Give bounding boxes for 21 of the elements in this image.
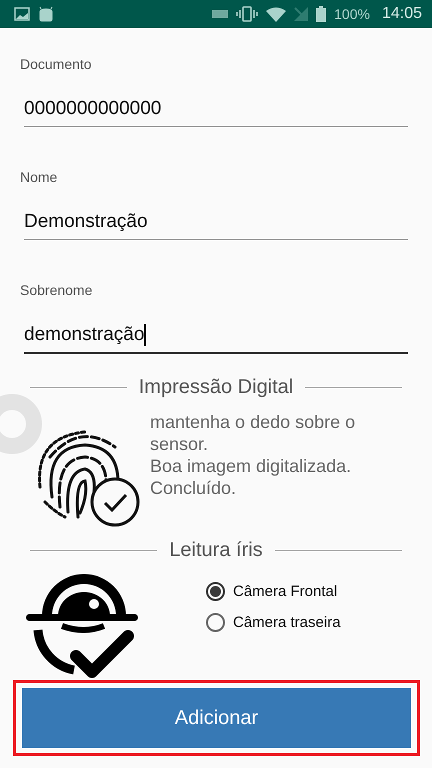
- status-message: Concluído.: [150, 477, 238, 499]
- radio-label: Câmera traseira: [233, 614, 341, 631]
- add-button[interactable]: Adicionar: [22, 688, 411, 748]
- field-label: Nome: [20, 169, 58, 187]
- field-value: 0000000000000: [24, 98, 162, 120]
- section-title: Impressão Digital: [138, 376, 294, 399]
- field-label: Sobrenome: [20, 282, 94, 300]
- field-label: Documento: [20, 56, 93, 74]
- battery-percent: 100%: [334, 6, 370, 22]
- radio-option[interactable]: Câmera traseira: [206, 613, 341, 632]
- clock-time: 14:05: [382, 5, 422, 23]
- input-field[interactable]: 0000000000000: [24, 98, 408, 127]
- status-message: Boa imagem digitalizada.: [150, 455, 352, 477]
- field-value: Demonstração: [24, 211, 148, 233]
- input-field[interactable]: Demonstração: [24, 211, 408, 240]
- section-title: Leitura íris: [169, 539, 263, 562]
- input-field[interactable]: demonstração: [24, 324, 408, 354]
- radio-option[interactable]: Câmera Frontal: [206, 582, 341, 601]
- status-message: mantenha o dedo sobre o sensor.: [150, 411, 356, 455]
- field-value: demonstração: [24, 324, 144, 346]
- radio-label: Câmera Frontal: [233, 583, 338, 600]
